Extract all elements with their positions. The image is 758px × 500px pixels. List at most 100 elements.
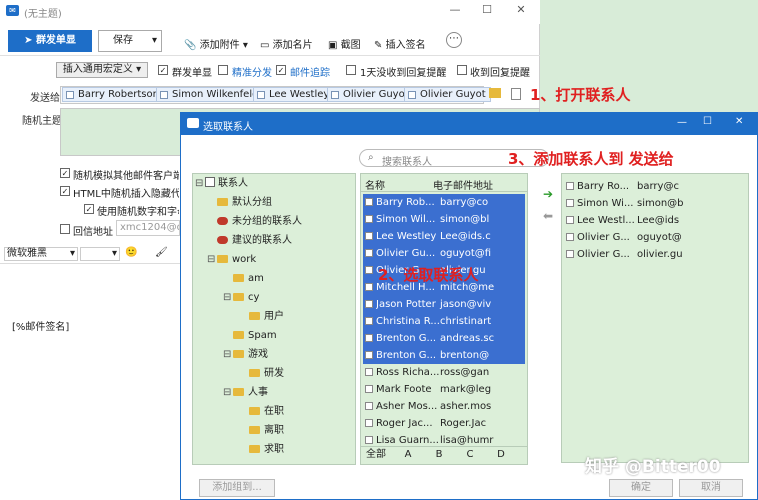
recipient-chip[interactable]: Lee Westley [253, 87, 335, 102]
add-arrow-icon[interactable]: ➔ [543, 187, 553, 201]
dialog-title: 选取联系人 [203, 122, 253, 133]
annotation-step1: 1、打开联系人 [530, 86, 631, 104]
contact-icon [257, 91, 265, 99]
selected-recipient-row[interactable]: Simon Wi... simon@b [564, 195, 748, 212]
column-email[interactable]: 电子邮件地址 [433, 177, 493, 192]
screenshot-label: 截图 [340, 40, 361, 51]
use-random-checkbox[interactable]: ✓ [84, 204, 94, 214]
font-select[interactable]: 微软雅黑 ▾ [4, 247, 78, 261]
precise-checkbox[interactable] [218, 65, 228, 75]
cancel-button[interactable]: 取消 [679, 479, 743, 497]
precise-label[interactable]: 精准分发 [232, 64, 272, 79]
tree-item[interactable]: 用户 [249, 307, 284, 326]
recipient-chip[interactable]: Olivier Guyot [404, 87, 491, 102]
send-button[interactable]: ➤ 群发单显 [8, 30, 92, 52]
maximize-button[interactable]: ☐ [474, 3, 500, 19]
contact-row[interactable]: Simon Wil... simon@bl [363, 211, 525, 228]
tree-item[interactable]: 未分组的联系人 [217, 212, 302, 231]
contact-row[interactable]: Brenton G... andreas.sc [363, 330, 525, 347]
add-card-button[interactable]: ▭ 添加名片 [260, 36, 313, 51]
alpha-tab[interactable]: A [393, 447, 423, 463]
reply-address-checkbox[interactable] [60, 224, 70, 234]
contact-list: 名称 电子邮件地址 Barry Rob... barry@co Simon Wil.… [360, 173, 528, 465]
tree-item[interactable]: 研发 [249, 364, 284, 383]
reply-notice-checkbox[interactable] [457, 65, 467, 75]
attach-button[interactable]: 📎 添加附件 ▾ [184, 36, 248, 51]
contact-row[interactable]: Lee Westley Lee@ids.c [363, 228, 525, 245]
tree-label: 用户 [264, 311, 284, 322]
ok-button[interactable]: 确定 [609, 479, 673, 497]
tree-item[interactable]: 求职 [249, 440, 284, 459]
column-name[interactable]: 名称 [365, 177, 385, 192]
tree-item[interactable]: ⊟ 游戏 [223, 345, 268, 364]
contact-row[interactable]: Roger Jac... Roger.Jac [363, 415, 525, 432]
contact-row[interactable]: Brenton G... brenton@ [363, 347, 525, 364]
contact-row[interactable]: Barry Rob... barry@co [363, 194, 525, 211]
send-icon: ➤ [24, 35, 36, 46]
tree-item[interactable]: ⊟ 人事 [223, 383, 268, 402]
tree-item[interactable]: ⊟ work [207, 250, 256, 269]
tree-item[interactable]: am [233, 269, 264, 288]
search-placeholder: 搜索联系人 [382, 157, 432, 168]
contact-row[interactable]: Olivier Gu... oguyot@fi [363, 245, 525, 262]
html-hidden-checkbox[interactable]: ✓ [60, 186, 70, 196]
tree-label: Spam [248, 330, 277, 341]
signature-button[interactable]: ✎ 插入签名 [374, 36, 426, 51]
address-book-icon[interactable] [511, 88, 521, 100]
tree-item[interactable]: ⊟ cy [223, 288, 259, 307]
add-group-button[interactable]: 添加组到... [199, 479, 275, 497]
tree-item[interactable]: ⊟ 联系人 [195, 174, 248, 193]
no-reply-label: 1天没收到回复提醒 [360, 68, 447, 79]
mimic-label: 随机模拟其他邮件客户端发 [73, 171, 179, 182]
reply-address-input[interactable]: xmc1204@qq [116, 220, 180, 236]
minimize-button[interactable]: — [442, 3, 468, 19]
more-button[interactable]: ⋯ [446, 32, 462, 48]
contact-row[interactable]: Mark Foote mark@leg [363, 381, 525, 398]
selected-recipient-row[interactable]: Barry Ro... barry@c [564, 178, 748, 195]
remove-arrow-icon[interactable]: ⬅ [543, 209, 553, 223]
screenshot-button[interactable]: ▣ 截图 [328, 36, 361, 51]
selected-recipient-row[interactable]: Olivier G... olivier.gu [564, 246, 748, 263]
tree-item[interactable]: 离职 [249, 421, 284, 440]
maximize-button[interactable]: ☐ [703, 116, 712, 127]
save-button[interactable]: 保存 ▾ [98, 30, 162, 52]
open-contacts-icon[interactable] [489, 88, 501, 98]
selected-recipient-row[interactable]: Lee Westl... Lee@ids [564, 212, 748, 229]
contact-row[interactable]: Christina R...christinart [363, 313, 525, 330]
contact-icon [365, 232, 373, 240]
brush-icon[interactable]: 🖌 [155, 247, 168, 258]
contact-row[interactable]: Ross Richa...ross@gan [363, 364, 525, 381]
alpha-tab[interactable]: B [424, 447, 454, 463]
track-checkbox[interactable]: ✓ [276, 65, 286, 75]
tree-checkbox[interactable] [205, 177, 215, 187]
minimize-button[interactable]: — [677, 117, 687, 128]
close-button[interactable]: ✕ [735, 116, 743, 127]
emoji-icon[interactable]: 🙂 [125, 247, 137, 258]
recipient-chip[interactable]: Barry Robertson [62, 87, 164, 102]
contact-row[interactable]: Asher Mos... asher.mos [363, 398, 525, 415]
no-reply-checkbox[interactable] [346, 65, 356, 75]
chevron-down-icon[interactable]: ▾ [152, 31, 157, 51]
selected-recipient-row[interactable]: Olivier G... oguyot@ [564, 229, 748, 246]
tree-item[interactable]: 建议的联系人 [217, 231, 292, 250]
mimic-checkbox[interactable]: ✓ [60, 168, 70, 178]
alpha-tab[interactable]: D [486, 447, 516, 463]
track-label[interactable]: 邮件追踪 [290, 64, 330, 79]
contact-row[interactable]: Jason Potter jason@viv [363, 296, 525, 313]
group-send-checkbox[interactable]: ✓ [158, 65, 168, 75]
size-select[interactable]: ▾ [80, 247, 120, 261]
contact-icon [365, 436, 373, 444]
card-label: 添加名片 [272, 40, 313, 51]
macro-button[interactable]: 插入通用宏定义 ▾ [56, 62, 148, 78]
tree-item[interactable]: 在职 [249, 402, 284, 421]
close-button[interactable]: ✕ [508, 3, 534, 19]
recipient-chip[interactable]: Simon Wilkenfeld [156, 87, 264, 102]
tree-label: 默认分组 [232, 197, 272, 208]
tree-item[interactable]: Spam [233, 326, 277, 345]
alpha-tab[interactable]: C [455, 447, 485, 463]
tree-item[interactable]: 默认分组 [217, 193, 272, 212]
card-icon: ▭ [260, 40, 270, 51]
recipient-chip[interactable]: Olivier Guyot [327, 87, 414, 102]
alpha-tab[interactable]: 全部 [361, 447, 391, 463]
folder-icon [249, 407, 260, 415]
